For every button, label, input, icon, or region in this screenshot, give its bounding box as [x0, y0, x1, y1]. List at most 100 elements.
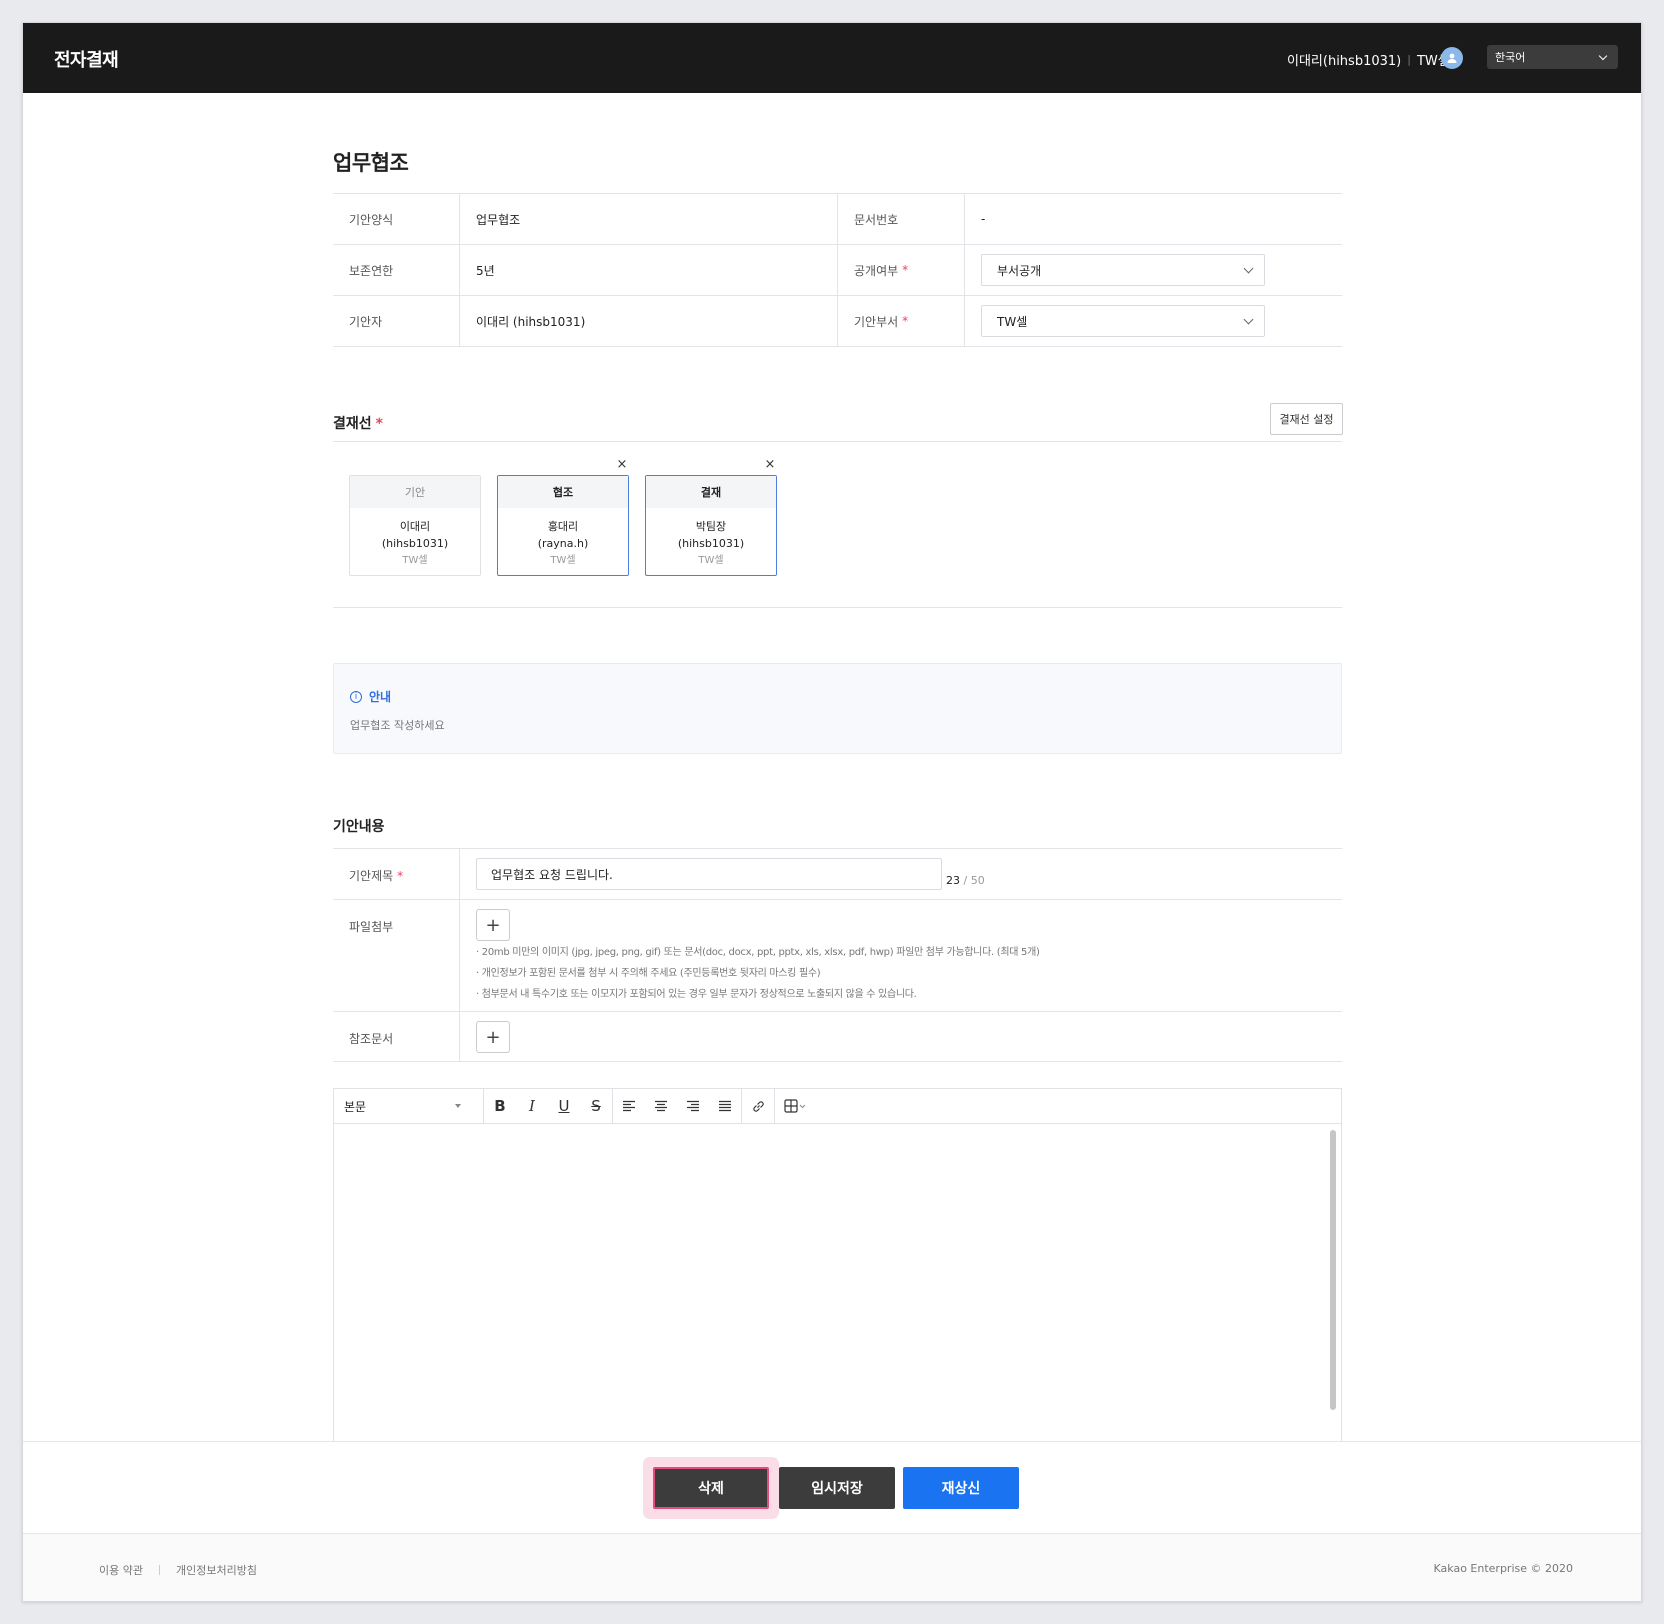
notice-box: i 안내 업무협조 작성하세요: [333, 663, 1342, 754]
footer-links: 이용 약관 개인정보처리방침: [99, 1562, 257, 1578]
resubmit-button[interactable]: 재상신: [903, 1467, 1019, 1509]
required-mark: *: [902, 263, 909, 277]
attachment-note: · 첨부문서 내 특수기호 또는 이모지가 포함되어 있는 경우 일부 문자가 …: [476, 989, 917, 1000]
justify-button[interactable]: [709, 1089, 741, 1124]
chevron-down-icon: [1243, 263, 1254, 273]
visibility-label-text: 공개여부: [854, 263, 899, 278]
draft-content-title: 기안내용: [333, 819, 385, 835]
visibility-select-value: 부서공개: [997, 263, 1042, 278]
justify-icon: [719, 1100, 731, 1112]
approval-card-drafter: 기안 이대리 (hihsb1031) TW셀: [349, 475, 481, 576]
char-max: / 50: [963, 874, 985, 887]
caret-down-icon: [455, 1104, 461, 1108]
form-type-label: 기안양식: [333, 194, 460, 244]
drafter-value: 이대리 (hihsb1031): [460, 296, 838, 346]
page-title: 업무협조: [333, 151, 409, 175]
char-counter: 23 / 50: [946, 874, 985, 887]
terms-link[interactable]: 이용 약관: [99, 1562, 143, 1578]
approval-card-name: 이대리: [399, 520, 431, 533]
underline-button[interactable]: U: [548, 1089, 580, 1124]
copyright: Kakao Enterprise © 2020: [1433, 1562, 1573, 1575]
user-separator: |: [1407, 53, 1411, 66]
user-name: 이대리(hihsb1031): [1287, 54, 1402, 69]
language-select[interactable]: 한국어: [1487, 45, 1618, 69]
align-center-icon: [655, 1100, 667, 1112]
close-icon[interactable]: ×: [764, 458, 776, 471]
form-row-title: 기안제목 * 업무협조 요청 드립니다. 23 / 50: [333, 849, 1342, 900]
visibility-select[interactable]: 부서공개: [981, 254, 1265, 286]
close-icon[interactable]: ×: [616, 458, 628, 471]
document-info-table: 기안양식 업무협조 문서번호 - 보존연한 5년 공개여부 * 부서공개 기안자…: [333, 193, 1342, 347]
draft-dept-select-value: TW셀: [997, 314, 1028, 329]
retention-value: 5년: [460, 245, 838, 295]
approval-card-dept: TW셀: [550, 555, 576, 566]
link-button[interactable]: [742, 1089, 774, 1124]
top-bar: 전자결재 이대리(hihsb1031) | TW셀 한국어: [23, 23, 1641, 93]
visibility-cell: 부서공개: [965, 245, 1342, 295]
chevron-down-icon: [1598, 51, 1608, 60]
user-icon: [1447, 53, 1457, 63]
form-row-reference: 참조문서 +: [333, 1012, 1342, 1062]
bold-button[interactable]: B: [484, 1089, 516, 1124]
table-button[interactable]: [775, 1089, 815, 1124]
doc-number-label: 문서번호: [838, 194, 965, 244]
strikethrough-button[interactable]: S: [580, 1089, 612, 1124]
table-icon: [784, 1099, 806, 1113]
align-left-button[interactable]: [613, 1089, 645, 1124]
delete-button[interactable]: 삭제: [653, 1467, 769, 1509]
user-info: 이대리(hihsb1031) | TW셀: [1287, 50, 1450, 69]
draft-dept-label-text: 기안부서: [854, 314, 899, 329]
draft-dept-cell: TW셀: [965, 296, 1342, 346]
approval-card-role: 결재: [646, 476, 776, 508]
required-mark: *: [375, 416, 383, 432]
approval-card-role: 협조: [498, 476, 628, 508]
draft-dept-label: 기안부서 *: [838, 296, 965, 346]
draft-title-input[interactable]: 업무협조 요청 드립니다.: [476, 858, 942, 890]
approval-line-settings-button[interactable]: 결재선 설정: [1270, 403, 1343, 435]
rich-text-editor: 본문 B I U S: [333, 1088, 1342, 1458]
align-right-button[interactable]: [677, 1089, 709, 1124]
app-title[interactable]: 전자결재: [54, 46, 119, 72]
approval-card-dept: TW셀: [402, 555, 428, 566]
retention-label: 보존연한: [333, 245, 460, 295]
chevron-down-icon: [1243, 314, 1254, 324]
attachment-label: 파일첨부: [333, 900, 460, 1011]
required-mark: *: [397, 869, 404, 883]
form-type-value: 업무협조: [460, 194, 838, 244]
divider: [333, 607, 1342, 608]
footer-divider: [158, 1565, 160, 1575]
avatar[interactable]: [1441, 47, 1463, 69]
notice-title: i 안내: [350, 688, 391, 705]
approval-card-id: (hihsb1031): [677, 537, 745, 550]
notice-text: 업무협조 작성하세요: [350, 719, 445, 732]
draft-dept-select[interactable]: TW셀: [981, 305, 1265, 337]
approval-card-dept: TW셀: [698, 555, 724, 566]
char-count: 23: [946, 874, 960, 887]
editor-toolbar: 본문 B I U S: [334, 1088, 1341, 1124]
attachment-note: · 개인정보가 포함된 문서를 첨부 시 주의해 주세요 (주민등록번호 뒷자리…: [476, 968, 821, 979]
approval-card-id: (rayna.h): [537, 537, 589, 550]
editor-scrollbar[interactable]: [1330, 1130, 1336, 1410]
info-row-drafter: 기안자 이대리 (hihsb1031) 기안부서 * TW셀: [333, 296, 1342, 347]
language-value: 한국어: [1495, 51, 1526, 64]
draft-title-field: 업무협조 요청 드립니다.: [460, 849, 1342, 899]
visibility-label: 공개여부 *: [838, 245, 965, 295]
form-row-attachment: 파일첨부 + · 20mb 미만의 이미지 (jpg, jpeg, png, g…: [333, 900, 1342, 1012]
add-reference-button[interactable]: +: [476, 1021, 510, 1053]
paragraph-style-select[interactable]: 본문: [334, 1088, 484, 1124]
attachment-note: · 20mb 미만의 이미지 (jpg, jpeg, png, gif) 또는 …: [476, 947, 1040, 958]
temp-save-button[interactable]: 임시저장: [779, 1467, 895, 1509]
link-icon: [752, 1100, 764, 1112]
approval-card-name: 홍대리: [547, 520, 579, 533]
doc-number-value: -: [981, 212, 986, 226]
align-center-button[interactable]: [645, 1089, 677, 1124]
info-icon: i: [350, 690, 362, 703]
privacy-link[interactable]: 개인정보처리방침: [176, 1562, 257, 1578]
add-attachment-button[interactable]: +: [476, 909, 510, 941]
info-row-retention: 보존연한 5년 공개여부 * 부서공개: [333, 245, 1342, 296]
approval-card-cooperation[interactable]: × 협조 홍대리 (rayna.h) TW셀: [497, 458, 629, 576]
divider: [333, 441, 1342, 442]
italic-button[interactable]: I: [516, 1089, 548, 1124]
reference-label: 참조문서: [333, 1012, 460, 1061]
approval-card-approver[interactable]: × 결재 박팀장 (hihsb1031) TW셀: [645, 458, 777, 576]
